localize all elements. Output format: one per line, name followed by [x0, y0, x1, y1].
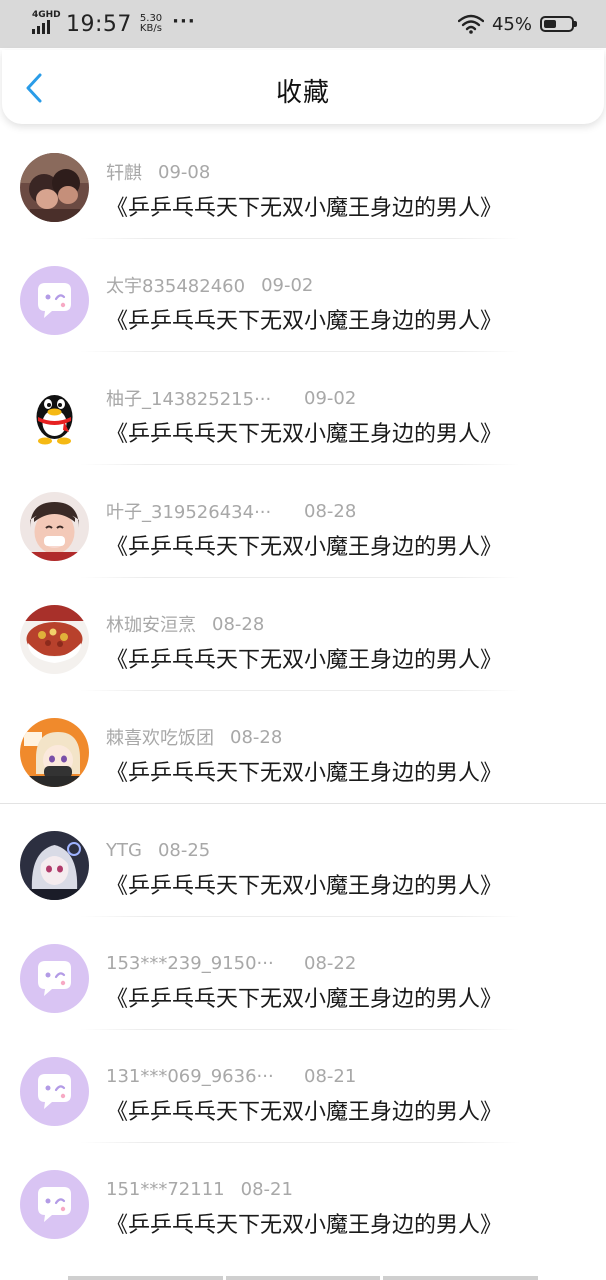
favorite-item[interactable]: 153***239_9150··· 08-22 《乒乒乓乓天下无双小魔王身边的男人》 — [0, 917, 606, 1030]
item-meta: 太宇835482460 09-02 — [106, 274, 314, 298]
favorite-item[interactable]: 棘喜欢吃饭团 08-28 《乒乒乓乓天下无双小魔王身边的男人》 — [0, 691, 606, 804]
username: 153***239_9150··· — [106, 952, 274, 974]
avatar[interactable] — [20, 153, 89, 222]
username: 叶子_319526434··· — [106, 502, 272, 523]
item-meta: 131***069_9636··· 08-21 — [106, 1065, 356, 1087]
favorite-item[interactable]: 轩麒 09-08 《乒乒乓乓天下无双小魔王身边的男人》 — [0, 126, 606, 239]
favorite-item[interactable]: 林珈安洹烹 08-28 《乒乒乓乓天下无双小魔王身边的男人》 — [0, 578, 606, 691]
username: 柚子_143825215··· — [106, 389, 272, 410]
item-meta: 林珈安洹烹 08-28 — [106, 613, 265, 637]
speed-unit: KB/s — [139, 23, 162, 34]
favorites-list: 轩麒 09-08 《乒乒乓乓天下无双小魔王身边的男人》 太宇835482460 09-0… — [0, 126, 606, 1256]
item-date: 08-21 — [304, 1065, 357, 1087]
username: 林珈安洹烹 — [106, 615, 196, 636]
item-date: 08-28 — [212, 613, 265, 635]
favorite-item[interactable]: 151***72111 08-21 《乒乒乓乓天下无双小魔王身边的男人》 — [0, 1143, 606, 1256]
battery-level-fill — [544, 20, 556, 28]
avatar[interactable] — [20, 1057, 89, 1126]
item-date: 08-22 — [304, 952, 357, 974]
page-title: 收藏 — [275, 78, 330, 108]
favorite-item[interactable]: 131***069_9636··· 08-21 《乒乒乓乓天下无双小魔王身边的男人》 — [0, 1030, 606, 1143]
more-notifications-icon: ··· — [172, 10, 196, 32]
avatar[interactable] — [20, 1170, 89, 1239]
item-title: 《乒乒乓乓天下无双小魔王身边的男人》 — [106, 196, 503, 221]
status-bar: 4GHD 19:57 5.30 KB/s ··· 45% — [0, 0, 606, 48]
item-title: 《乒乒乓乓天下无双小魔王身边的男人》 — [106, 309, 503, 334]
item-title: 《乒乒乓乓天下无双小魔王身边的男人》 — [106, 648, 503, 673]
nav-bar: 收藏 — [2, 50, 604, 124]
avatar[interactable] — [20, 492, 89, 561]
item-meta: YTG 08-25 — [106, 839, 210, 861]
avatar[interactable] — [20, 266, 89, 335]
cellular-signal-icon: 4GHD — [32, 10, 61, 38]
item-title: 《乒乒乓乓天下无双小魔王身边的男人》 — [106, 987, 503, 1012]
favorite-item[interactable]: YTG 08-25 《乒乒乓乓天下无双小魔王身边的男人》 — [0, 804, 606, 917]
avatar[interactable] — [20, 718, 89, 787]
avatar[interactable] — [20, 944, 89, 1013]
status-left: 4GHD 19:57 5.30 KB/s ··· — [32, 8, 196, 40]
item-title: 《乒乒乓乓天下无双小魔王身边的男人》 — [106, 761, 503, 786]
battery-icon — [540, 16, 577, 32]
item-title: 《乒乒乓乓天下无双小魔王身边的男人》 — [106, 1100, 503, 1125]
network-type: 4GHD — [32, 10, 61, 20]
item-meta: 轩麒 09-08 — [106, 161, 211, 185]
wifi-icon — [457, 14, 484, 34]
item-date: 09-02 — [304, 387, 357, 409]
item-date: 08-21 — [240, 1178, 293, 1200]
username: 轩麒 — [106, 163, 142, 184]
item-date: 08-25 — [157, 839, 211, 861]
status-right: 45% — [457, 8, 577, 40]
item-title: 《乒乒乓乓天下无双小魔王身边的男人》 — [106, 1213, 503, 1238]
battery-percentage: 45% — [491, 13, 532, 35]
avatar[interactable] — [20, 379, 89, 448]
favorite-item[interactable]: 叶子_319526434··· 08-28 《乒乒乓乓天下无双小魔王身边的男人》 — [0, 465, 606, 578]
item-meta: 柚子_143825215··· 09-02 — [106, 387, 357, 411]
network-speed: 5.30 KB/s — [140, 14, 162, 34]
username: 151***72111 — [106, 1178, 225, 1200]
item-title: 《乒乒乓乓天下无双小魔王身边的男人》 — [106, 535, 503, 560]
favorite-item[interactable]: 太宇835482460 09-02 《乒乒乓乓天下无双小魔王身边的男人》 — [0, 239, 606, 352]
item-title: 《乒乒乓乓天下无双小魔王身边的男人》 — [106, 874, 503, 899]
favorite-item[interactable]: 柚子_143825215··· 09-02 《乒乒乓乓天下无双小魔王身边的男人》 — [0, 352, 606, 465]
status-time: 19:57 — [66, 11, 132, 37]
bottom-scroll-indicator — [68, 1276, 539, 1280]
username: 棘喜欢吃饭团 — [106, 728, 214, 749]
item-meta: 151***72111 08-21 — [106, 1178, 293, 1200]
item-date: 08-28 — [304, 500, 357, 522]
item-date: 08-28 — [230, 726, 283, 748]
item-meta: 叶子_319526434··· 08-28 — [106, 500, 357, 524]
username: 太宇835482460 — [106, 276, 246, 297]
item-date: 09-08 — [158, 161, 211, 183]
item-meta: 棘喜欢吃饭团 08-28 — [106, 726, 283, 750]
avatar[interactable] — [20, 605, 89, 674]
avatar[interactable] — [20, 831, 89, 900]
username: 131***069_9636··· — [106, 1065, 274, 1087]
item-meta: 153***239_9150··· 08-22 — [106, 952, 356, 974]
item-date: 09-02 — [261, 274, 314, 296]
item-title: 《乒乒乓乓天下无双小魔王身边的男人》 — [106, 422, 503, 447]
username: YTG — [106, 839, 142, 861]
